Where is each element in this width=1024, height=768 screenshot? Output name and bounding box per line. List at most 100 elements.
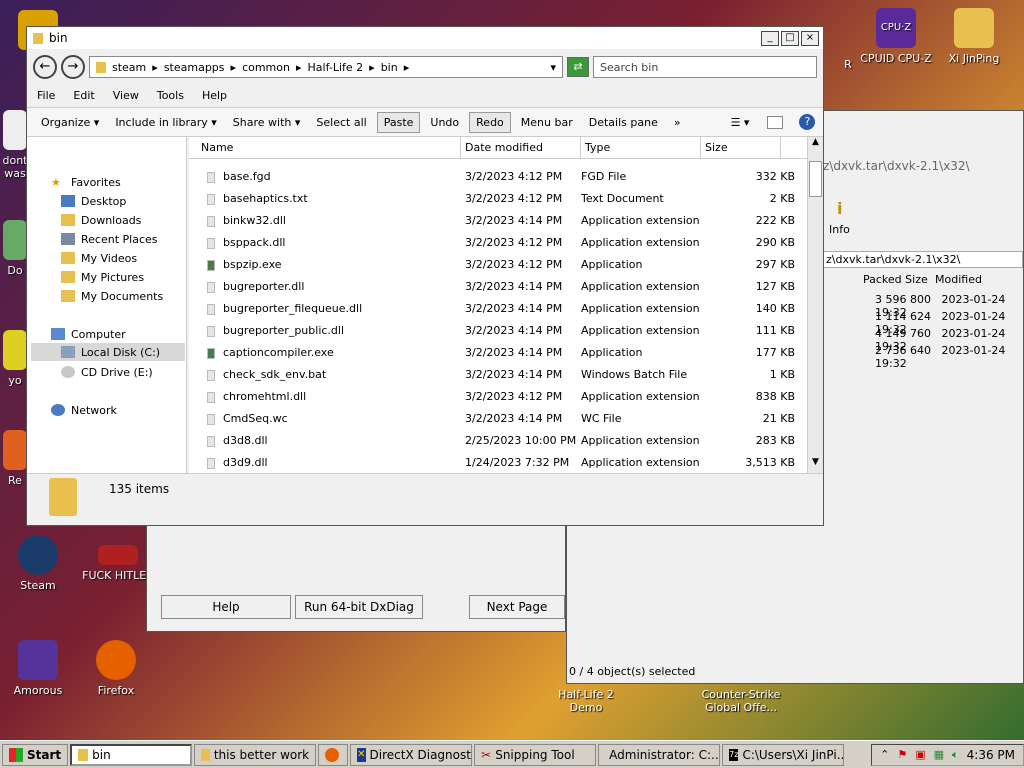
breadcrumb-bin[interactable]: bin bbox=[381, 61, 398, 74]
table-row[interactable]: binkw32.dll 3/2/2023 4:14 PM Application e… bbox=[189, 209, 807, 231]
breadcrumb-common[interactable]: common bbox=[242, 61, 290, 74]
nav-cd-drive[interactable]: CD Drive (E:) bbox=[61, 363, 153, 381]
menu-bar-button[interactable]: Menu bar bbox=[515, 113, 579, 132]
table-row[interactable]: d3d9.dll 1/24/2023 7:32 PM Application ext… bbox=[189, 451, 807, 473]
clock[interactable]: 4:36 PM bbox=[967, 748, 1015, 762]
help-icon[interactable]: ? bbox=[799, 114, 816, 130]
menu-view[interactable]: View bbox=[113, 89, 139, 102]
table-row[interactable]: bspzip.exe 3/2/2023 4:12 PM Application 297… bbox=[189, 253, 807, 275]
taskbar-item-snipping-tool[interactable]: ✂ Snipping Tool bbox=[474, 743, 597, 766]
scroll-down-arrow[interactable]: ▼ bbox=[808, 457, 823, 473]
explorer-window[interactable]: bin _ □ × ← → steam ▸ steamapps ▸ common ▸ … bbox=[26, 26, 824, 526]
table-row[interactable]: d3d8.dll 2/25/2023 10:00 PM Application ex… bbox=[189, 429, 807, 451]
minimize-button[interactable]: _ bbox=[761, 30, 779, 46]
archive-col-packed[interactable]: Packed Size bbox=[863, 273, 928, 286]
col-name[interactable]: Name bbox=[189, 136, 461, 159]
table-row[interactable]: chromehtml.dll 3/2/2023 4:12 PM Applicatio… bbox=[189, 385, 807, 407]
include-in-library-button[interactable]: Include in library ▾ bbox=[109, 113, 222, 132]
nav-downloads[interactable]: Downloads bbox=[61, 211, 141, 229]
history-dropdown-icon[interactable]: ▾ bbox=[550, 61, 556, 74]
taskbar-item-this-better-work[interactable]: this better work bbox=[194, 743, 317, 766]
table-row[interactable]: check_sdk_env.bat 3/2/2023 4:14 PM Windows… bbox=[189, 363, 807, 385]
col-type[interactable]: Type bbox=[581, 136, 701, 159]
preview-pane-icon[interactable] bbox=[767, 115, 784, 129]
network-icon[interactable]: ▦ bbox=[934, 748, 944, 761]
menu-help[interactable]: Help bbox=[202, 89, 227, 102]
desktop-icon-steam[interactable]: Steam bbox=[0, 535, 76, 592]
nav-desktop[interactable]: Desktop bbox=[61, 192, 126, 210]
menu-file[interactable]: File bbox=[37, 89, 55, 102]
taskbar-item-bin[interactable]: bin bbox=[70, 743, 193, 766]
chevron-icon[interactable]: ▸ bbox=[404, 61, 410, 74]
table-row[interactable]: bugreporter.dll 3/2/2023 4:14 PM Applicati… bbox=[189, 275, 807, 297]
search-input[interactable]: Search bin bbox=[593, 56, 817, 78]
more-commands-button[interactable]: » bbox=[668, 113, 687, 132]
run-64bit-dxdiag-button[interactable]: Run 64-bit DxDiag bbox=[295, 595, 423, 619]
archive-col-modified[interactable]: Modified bbox=[935, 273, 982, 286]
col-date-modified[interactable]: Date modified bbox=[461, 136, 581, 159]
table-row[interactable]: bugreporter_public.dll 3/2/2023 4:14 PM Ap… bbox=[189, 319, 807, 341]
desktop-icon-xi-jinping[interactable]: Xi JinPing bbox=[936, 8, 1012, 65]
nav-my-pictures[interactable]: My Pictures bbox=[61, 268, 144, 286]
desktop-icon-cpuz[interactable]: CPU·Z CPUID CPU-Z bbox=[858, 8, 934, 65]
table-row[interactable]: bsppack.dll 3/2/2023 4:12 PM Application e… bbox=[189, 231, 807, 253]
taskbar-item-directx[interactable]: ✕DirectX Diagnosti... bbox=[350, 743, 473, 766]
tray-expand-icon[interactable]: ⌃ bbox=[880, 748, 889, 761]
table-row[interactable]: bugreporter_filequeue.dll 3/2/2023 4:14 P… bbox=[189, 297, 807, 319]
help-button[interactable]: Help bbox=[161, 595, 291, 619]
scroll-up-arrow[interactable]: ▲ bbox=[808, 137, 823, 153]
action-center-icon[interactable]: ▣ bbox=[915, 748, 925, 761]
nav-local-disk[interactable]: Local Disk (C:) bbox=[31, 343, 185, 361]
chevron-icon[interactable]: ▸ bbox=[152, 61, 158, 74]
volume-icon[interactable]: 🔈︎ bbox=[952, 748, 959, 762]
taskbar-item-firefox[interactable] bbox=[318, 743, 349, 766]
breadcrumb-half-life-2[interactable]: Half-Life 2 bbox=[308, 61, 364, 74]
dxdiag-window[interactable]: Help Run 64-bit DxDiag Next Page bbox=[146, 520, 566, 632]
redo-button[interactable]: Redo bbox=[469, 111, 511, 133]
table-row[interactable]: basehaptics.txt 3/2/2023 4:12 PM Text Docu… bbox=[189, 187, 807, 209]
view-options-icon[interactable]: ☰ ▾ bbox=[731, 116, 750, 129]
chevron-icon[interactable]: ▸ bbox=[231, 61, 237, 74]
organize-button[interactable]: Organize ▾ bbox=[35, 113, 105, 132]
nav-my-documents[interactable]: My Documents bbox=[61, 287, 163, 305]
table-row[interactable]: 2 736 640 2023-01-24 19:32 bbox=[875, 344, 1023, 370]
menu-edit[interactable]: Edit bbox=[73, 89, 94, 102]
chevron-icon[interactable]: ▸ bbox=[369, 61, 375, 74]
explorer-titlebar[interactable]: bin _ □ × bbox=[27, 27, 823, 49]
desktop-icon-half-life-2-demo[interactable]: Half-Life 2 Demo bbox=[546, 688, 626, 714]
nav-favorites[interactable]: ★ Favorites bbox=[51, 173, 121, 191]
table-row[interactable]: base.fgd 3/2/2023 4:12 PM FGD File 332 KB bbox=[189, 165, 807, 187]
start-button[interactable]: Start bbox=[2, 743, 69, 766]
menu-tools[interactable]: Tools bbox=[157, 89, 184, 102]
share-with-button[interactable]: Share with ▾ bbox=[227, 113, 307, 132]
desktop-icon-fuck-hitler[interactable]: FUCK HITLER bbox=[80, 545, 156, 582]
desktop-icon-counter-strike[interactable]: Counter-Strike Global Offe... bbox=[696, 688, 786, 714]
taskbar-item-7zip[interactable]: 7z C:\Users\Xi JinPi... bbox=[722, 743, 845, 766]
address-bar[interactable]: steam ▸ steamapps ▸ common ▸ Half-Life 2 ▸ b… bbox=[89, 56, 563, 78]
refresh-button[interactable]: ⇄ bbox=[567, 57, 589, 77]
col-size[interactable]: Size bbox=[701, 136, 781, 159]
nav-my-videos[interactable]: My Videos bbox=[61, 249, 137, 267]
desktop-icon-r[interactable]: R bbox=[838, 58, 858, 71]
nav-computer[interactable]: Computer bbox=[51, 325, 126, 343]
forward-button[interactable]: → bbox=[61, 55, 85, 79]
back-button[interactable]: ← bbox=[33, 55, 57, 79]
info-icon[interactable]: i bbox=[837, 199, 842, 218]
breadcrumb-steam[interactable]: steam bbox=[112, 61, 146, 74]
details-pane-button[interactable]: Details pane bbox=[583, 113, 664, 132]
nav-network[interactable]: Network bbox=[51, 401, 117, 419]
maximize-button[interactable]: □ bbox=[781, 30, 799, 46]
nav-recent-places[interactable]: Recent Places bbox=[61, 230, 158, 248]
paste-button[interactable]: Paste bbox=[376, 111, 421, 133]
flag-icon[interactable]: ⚑ bbox=[897, 748, 907, 761]
chevron-icon[interactable]: ▸ bbox=[296, 61, 302, 74]
taskbar-item-administrator-cmd[interactable]: Administrator: C:... bbox=[598, 743, 721, 766]
scroll-thumb[interactable] bbox=[809, 161, 822, 197]
table-row[interactable]: CmdSeq.wc 3/2/2023 4:14 PM WC File 21 KB bbox=[189, 407, 807, 429]
undo-button[interactable]: Undo bbox=[424, 113, 465, 132]
desktop-icon-amorous[interactable]: Amorous bbox=[0, 640, 76, 697]
close-button[interactable]: × bbox=[801, 30, 819, 46]
next-page-button[interactable]: Next Page bbox=[469, 595, 565, 619]
breadcrumb-steamapps[interactable]: steamapps bbox=[164, 61, 225, 74]
table-row[interactable]: captioncompiler.exe 3/2/2023 4:14 PM Appli… bbox=[189, 341, 807, 363]
